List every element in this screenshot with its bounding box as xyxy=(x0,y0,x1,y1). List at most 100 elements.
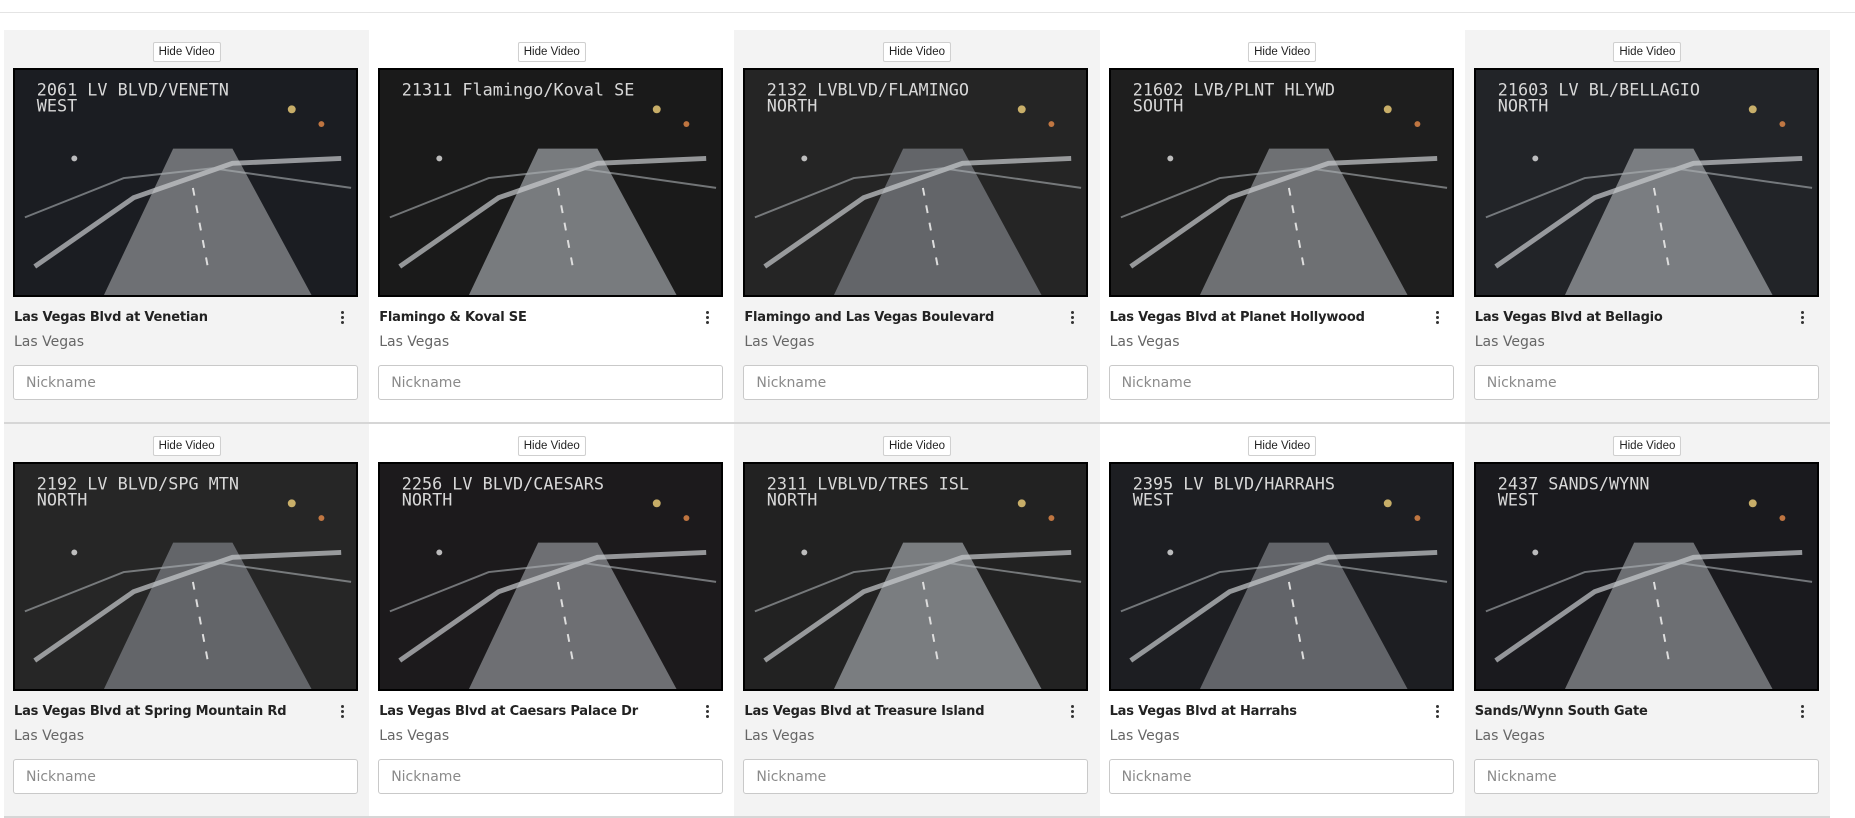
camera-grid: Hide Video 2061 LV BLVD/VENETN WEST Las Veg… xyxy=(4,30,1830,818)
camera-card: Hide Video 2061 LV BLVD/VENETN WEST Las Veg… xyxy=(4,30,370,422)
camera-title: Las Vegas Blvd at Harrahs xyxy=(1109,704,1297,719)
camera-card: Hide Video 21602 LVB/PLNT HLYWD SOUTH Las V… xyxy=(1099,30,1465,422)
nickname-input[interactable] xyxy=(743,759,1089,794)
camera-feed-image[interactable]: 2192 LV BLVD/SPG MTN NORTH xyxy=(13,462,358,691)
menu-dot xyxy=(340,714,344,718)
camera-city: Las Vegas xyxy=(744,334,815,350)
nickname-input[interactable] xyxy=(13,365,358,400)
menu-dot xyxy=(1070,315,1074,319)
hide-video-button[interactable]: Hide Video xyxy=(882,436,951,456)
menu-dot xyxy=(705,320,709,324)
feed-overlay-line2: NORTH xyxy=(402,489,453,509)
camera-city: Las Vegas xyxy=(1474,334,1545,350)
nickname-input[interactable] xyxy=(1473,759,1819,794)
camera-feed-graphic: 21311 Flamingo/Koval SE xyxy=(380,70,722,295)
menu-dot xyxy=(340,315,344,319)
camera-city: Las Vegas xyxy=(14,728,84,744)
camera-feed-image[interactable]: 2256 LV BLVD/CAESARS NORTH xyxy=(378,462,724,691)
camera-feed-image[interactable]: 2311 LVBLVD/TRES ISL NORTH xyxy=(743,462,1089,691)
camera-city: Las Vegas xyxy=(1109,728,1180,744)
menu-dot xyxy=(1436,714,1440,718)
kebab-menu-icon[interactable] xyxy=(701,306,713,328)
camera-feed-graphic: 2132 LVBLVD/FLAMINGONORTH xyxy=(745,70,1087,295)
menu-dot xyxy=(705,315,709,319)
feed-overlay-line2: WEST xyxy=(1497,489,1537,509)
kebab-menu-icon[interactable] xyxy=(1432,306,1444,328)
menu-dot xyxy=(1801,320,1805,324)
nickname-input[interactable] xyxy=(1473,365,1819,400)
camera-title: Flamingo & Koval SE xyxy=(379,310,527,325)
menu-dot xyxy=(705,704,709,708)
hide-video-button[interactable]: Hide Video xyxy=(1613,42,1682,62)
kebab-menu-icon[interactable] xyxy=(1432,700,1444,722)
camera-card: Hide Video 2192 LV BLVD/SPG MTN NORTH Las V… xyxy=(4,424,370,816)
hide-video-button[interactable]: Hide Video xyxy=(152,436,221,456)
camera-feed-image[interactable]: 21311 Flamingo/Koval SE xyxy=(378,68,724,297)
camera-city: Las Vegas xyxy=(379,334,450,350)
hide-video-button[interactable]: Hide Video xyxy=(1248,436,1317,456)
feed-overlay-line1: 21311 Flamingo/Koval SE xyxy=(402,80,635,100)
menu-dot xyxy=(1070,310,1074,314)
menu-dot xyxy=(1070,704,1074,708)
menu-dot xyxy=(1070,714,1074,718)
menu-dot xyxy=(340,704,344,708)
camera-card: Hide Video 2395 LV BLVD/HARRAHS WEST Las Ve… xyxy=(1099,424,1465,816)
menu-dot xyxy=(1070,709,1074,713)
menu-dot xyxy=(705,310,709,314)
menu-dot xyxy=(1801,709,1805,713)
camera-city: Las Vegas xyxy=(1109,334,1180,350)
hide-video-button[interactable]: Hide Video xyxy=(152,42,221,62)
menu-dot xyxy=(1801,310,1805,314)
menu-dot xyxy=(340,709,344,713)
kebab-menu-icon[interactable] xyxy=(336,306,348,328)
feed-overlay-line2: NORTH xyxy=(1497,95,1548,115)
feed-overlay-line2: WEST xyxy=(37,95,77,115)
kebab-menu-icon[interactable] xyxy=(336,700,348,722)
menu-dot xyxy=(1801,714,1805,718)
camera-city: Las Vegas xyxy=(14,334,84,350)
hide-video-button[interactable]: Hide Video xyxy=(882,42,951,62)
camera-title: Las Vegas Blvd at Caesars Palace Dr xyxy=(379,704,638,719)
nickname-input[interactable] xyxy=(743,365,1089,400)
camera-feed-graphic: 2395 LV BLVD/HARRAHSWEST xyxy=(1110,464,1452,689)
kebab-menu-icon[interactable] xyxy=(1066,306,1078,328)
hide-video-button[interactable]: Hide Video xyxy=(1613,436,1682,456)
camera-feed-image[interactable]: 21602 LVB/PLNT HLYWD SOUTH xyxy=(1108,68,1454,297)
camera-feed-image[interactable]: 2132 LVBLVD/FLAMINGO NORTH xyxy=(743,68,1089,297)
top-divider xyxy=(0,12,1855,13)
menu-dot xyxy=(1801,704,1805,708)
nickname-input[interactable] xyxy=(378,365,724,400)
nickname-input[interactable] xyxy=(1108,759,1454,794)
camera-title: Las Vegas Blvd at Treasure Island xyxy=(744,704,985,719)
camera-feed-graphic: 21603 LV BL/BELLAGIONORTH xyxy=(1475,70,1817,295)
menu-dot xyxy=(340,310,344,314)
hide-video-button[interactable]: Hide Video xyxy=(1248,42,1317,62)
camera-feed-image[interactable]: 2061 LV BLVD/VENETN WEST xyxy=(13,68,358,297)
menu-dot xyxy=(1070,320,1074,324)
nickname-input[interactable] xyxy=(1108,365,1454,400)
camera-feed-image[interactable]: 2437 SANDS/WYNN WEST xyxy=(1473,462,1819,691)
camera-feed-graphic: 21602 LVB/PLNT HLYWDSOUTH xyxy=(1110,70,1452,295)
hide-video-button[interactable]: Hide Video xyxy=(517,436,586,456)
camera-city: Las Vegas xyxy=(1474,728,1545,744)
kebab-menu-icon[interactable] xyxy=(1797,306,1809,328)
feed-overlay-line2: NORTH xyxy=(767,489,818,509)
camera-feed-graphic: 2311 LVBLVD/TRES ISLNORTH xyxy=(745,464,1087,689)
camera-card: Hide Video 2256 LV BLVD/CAESARS NORTH Las V… xyxy=(369,424,735,816)
camera-feed-image[interactable]: 2395 LV BLVD/HARRAHS WEST xyxy=(1108,462,1454,691)
menu-dot xyxy=(705,714,709,718)
camera-title: Las Vegas Blvd at Planet Hollywood xyxy=(1109,310,1365,325)
nickname-input[interactable] xyxy=(13,759,358,794)
camera-title: Flamingo and Las Vegas Boulevard xyxy=(744,310,995,325)
hide-video-button[interactable]: Hide Video xyxy=(517,42,586,62)
camera-city: Las Vegas xyxy=(379,728,450,744)
kebab-menu-icon[interactable] xyxy=(1797,700,1809,722)
camera-feed-image[interactable]: 21603 LV BL/BELLAGIO NORTH xyxy=(1473,68,1819,297)
camera-feed-graphic: 2437 SANDS/WYNNWEST xyxy=(1475,464,1817,689)
feed-overlay-line2: SOUTH xyxy=(1132,95,1183,115)
nickname-input[interactable] xyxy=(378,759,724,794)
feed-overlay-line2: NORTH xyxy=(37,489,88,509)
kebab-menu-icon[interactable] xyxy=(701,700,713,722)
feed-overlay-line2: WEST xyxy=(1132,489,1172,509)
kebab-menu-icon[interactable] xyxy=(1066,700,1078,722)
